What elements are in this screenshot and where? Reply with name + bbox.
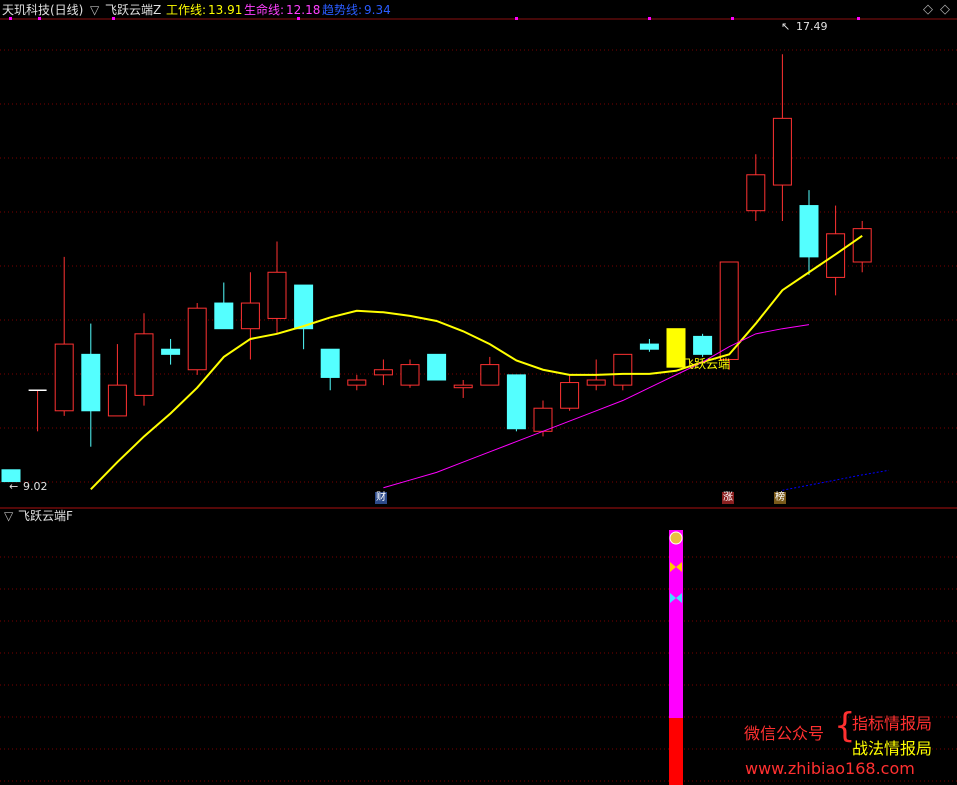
candle [480,356,500,386]
candle-body [214,302,234,330]
sub-panel-collapse-icon[interactable]: ▽ [4,509,13,523]
candle [134,313,154,406]
candle [187,303,207,375]
candle-body [613,353,633,386]
candle [746,154,766,221]
candle [347,374,367,391]
candle [267,241,287,334]
candle-body [373,369,393,376]
candles-layer [1,54,872,483]
low-price-arrow-icon: ← [9,480,19,493]
candle-body [294,284,314,330]
work-line-value: 13.91 [208,3,243,17]
candle-body [187,307,207,371]
high-price-arrow-icon: ↖ [781,20,791,33]
candle-body [134,333,154,396]
candle [852,220,872,273]
candle [693,333,713,357]
top-marker-dot [515,17,518,20]
badge-cai[interactable]: 财 [375,492,387,504]
candle [772,54,792,221]
candle-body [799,205,819,258]
candle [613,353,633,391]
trend-line-label: 趋势线: [322,3,363,17]
candle-body [719,261,739,360]
candle [294,284,314,350]
candle-body [480,364,500,386]
indicator-name[interactable]: 飞跃云端Z [105,3,161,17]
candle-body [693,335,713,355]
watermark-line1: 指标情报局 [852,714,933,733]
top-marker-dot [648,17,651,20]
candle-body [161,348,181,355]
candle-body [453,384,473,389]
candle [320,348,340,391]
candle [54,256,74,416]
top-marker-dot [731,17,734,20]
candle-body [81,353,101,412]
candle-body [107,384,127,417]
candle-body [533,407,553,432]
watermark-wechat: 微信公众号 [744,724,825,743]
signal-bar-base [669,718,683,785]
top-marker-dot [9,17,12,20]
top-marker-dot [112,17,115,20]
watermark-line2: 战法情报局 [852,739,933,758]
candle [240,272,260,360]
candle-body [240,302,260,330]
candle [161,338,181,365]
candle-body [347,379,367,386]
candle [560,374,580,411]
trend-line-value: 9.34 [364,3,391,17]
series-line-2 [383,324,810,489]
candle-body [586,379,606,386]
candle [639,338,659,352]
candle-body [54,343,74,412]
candle-body [267,271,287,319]
diamond-icon[interactable]: ◇ [923,3,933,17]
candle [799,190,819,275]
stock-title: 天玑科技(日线) [2,3,84,17]
candle-body [639,343,659,350]
candle-body [560,382,580,409]
candle [506,374,526,432]
top-marker-dot [297,17,300,20]
signal-bar [669,530,683,718]
candle-body [772,117,792,186]
badge-zhang[interactable]: 涨 [722,492,734,504]
candle-body [506,374,526,430]
life-line-label: 生命线: [244,3,285,17]
stock-chart[interactable] [0,0,957,785]
indicator-collapse-icon[interactable]: ▽ [90,3,99,17]
candle-body [746,174,766,212]
low-price-label: 9.02 [23,480,48,493]
candle-body [400,364,420,386]
life-line-value: 12.18 [286,3,321,17]
watermark-url[interactable]: www.zhibiao168.com [745,759,915,778]
candle-body [427,353,447,381]
top-marker-dot [38,17,41,20]
high-price-label: 17.49 [796,20,828,33]
candle [28,389,47,432]
badge-bang[interactable]: 榜 [774,492,786,504]
candle [400,359,420,388]
sub-panel-title[interactable]: 飞跃云端F [18,509,73,523]
candle-body [320,348,340,378]
money-bag-icon [669,531,683,545]
top-marker-dot [857,17,860,20]
sub-panel [669,530,683,785]
work-line-label: 工作线: [166,3,207,17]
candle-body [852,228,872,263]
candle-body [826,233,846,278]
signal-label: 飞跃云端 [682,357,731,371]
candle [214,282,234,330]
candle [453,380,473,398]
expand-icon[interactable]: ◇ [940,3,950,17]
candle [373,359,393,386]
series-line-3 [782,469,889,491]
candle [107,344,127,417]
candle [427,353,447,381]
